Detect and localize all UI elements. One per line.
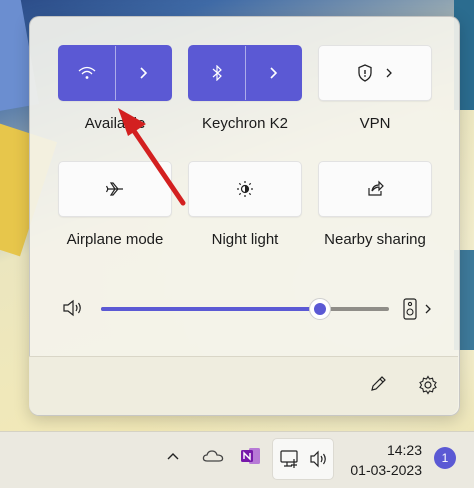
bluetooth-label: Keychron K2 bbox=[202, 115, 288, 132]
speaker-device-icon[interactable] bbox=[402, 298, 418, 320]
chevron-right-icon bbox=[138, 66, 148, 80]
wifi-label: Available bbox=[84, 115, 146, 132]
quick-settings-footer bbox=[29, 356, 458, 415]
volume-icon bbox=[309, 450, 329, 468]
night-light-label: Night light bbox=[211, 231, 279, 248]
bluetooth-toggle[interactable] bbox=[189, 46, 245, 100]
bluetooth-tile[interactable] bbox=[188, 45, 302, 101]
vpn-tile[interactable] bbox=[318, 45, 432, 101]
network-icon bbox=[280, 449, 300, 469]
pencil-icon[interactable] bbox=[369, 375, 387, 393]
taskbar: 14:23 01-03-2023 1 bbox=[0, 431, 474, 488]
wifi-toggle[interactable] bbox=[59, 46, 115, 100]
nearby-sharing-tile[interactable] bbox=[318, 161, 432, 217]
chevron-right-icon bbox=[268, 66, 278, 80]
night-light-tile[interactable] bbox=[188, 161, 302, 217]
volume-slider-fill bbox=[101, 307, 320, 311]
volume-slider[interactable] bbox=[101, 298, 389, 320]
clock-date: 01-03-2023 bbox=[350, 462, 422, 478]
chevron-right-icon[interactable] bbox=[424, 303, 432, 315]
clock-time: 14:23 bbox=[386, 442, 422, 458]
notification-badge[interactable]: 1 bbox=[434, 447, 456, 469]
shield-icon bbox=[357, 64, 373, 82]
onedrive-icon[interactable] bbox=[202, 449, 224, 463]
bluetooth-expand-button[interactable] bbox=[244, 46, 302, 100]
gear-icon[interactable] bbox=[418, 375, 438, 395]
wifi-expand-button[interactable] bbox=[114, 46, 172, 100]
chevron-up-icon[interactable] bbox=[166, 451, 180, 461]
onenote-icon[interactable] bbox=[240, 446, 262, 466]
vpn-label: VPN bbox=[359, 115, 391, 132]
chevron-right-icon[interactable] bbox=[385, 67, 393, 79]
brightness-icon bbox=[236, 180, 254, 198]
quick-settings-button[interactable] bbox=[272, 438, 334, 480]
nearby-sharing-label: Nearby sharing bbox=[324, 231, 426, 248]
system-clock[interactable]: 14:23 01-03-2023 bbox=[350, 440, 422, 480]
bluetooth-icon bbox=[211, 65, 223, 81]
share-icon bbox=[366, 180, 384, 198]
airplane-mode-label: Airplane mode bbox=[66, 231, 164, 248]
speaker-icon[interactable] bbox=[62, 299, 84, 317]
wifi-tile[interactable] bbox=[58, 45, 172, 101]
volume-slider-thumb[interactable] bbox=[308, 298, 331, 320]
wifi-icon bbox=[78, 66, 96, 80]
airplane-icon bbox=[105, 181, 125, 197]
airplane-mode-tile[interactable] bbox=[58, 161, 172, 217]
